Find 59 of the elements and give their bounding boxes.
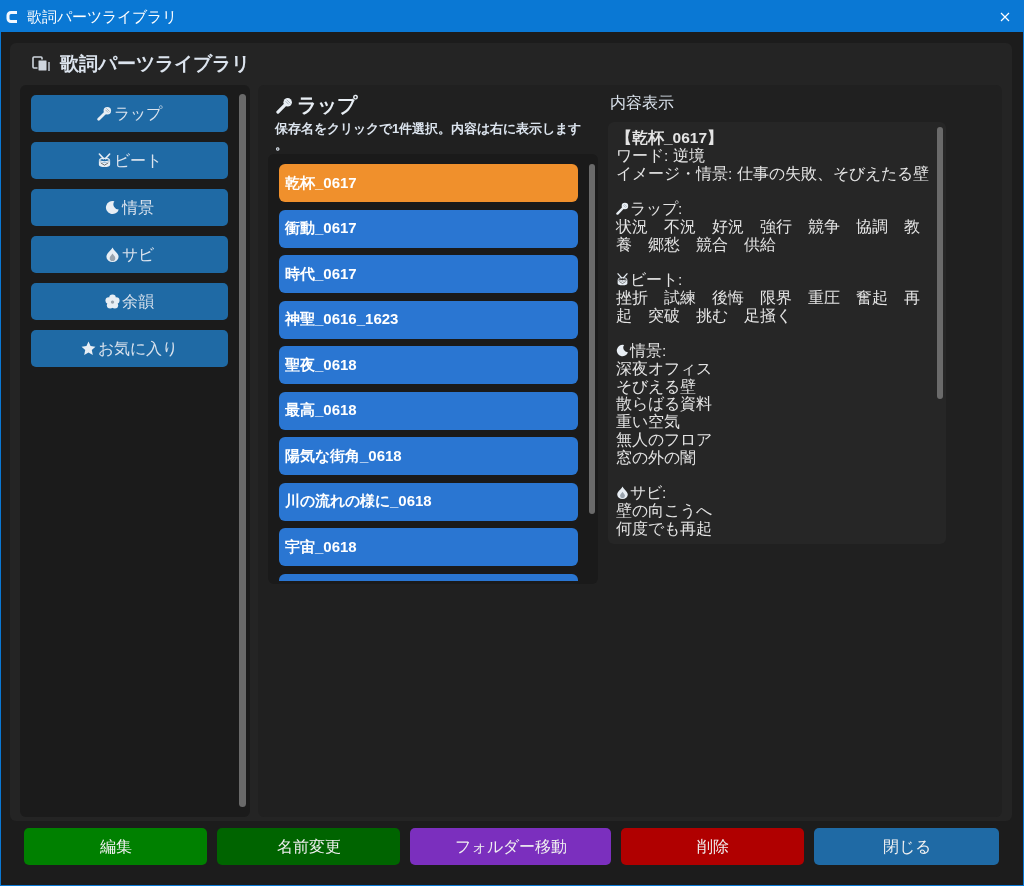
list-hint: 保存名をクリックで1件選択。内容は右に表示します。 [275, 121, 583, 153]
flame-icon [105, 247, 120, 262]
list-item[interactable]: 宇宙_0618 [279, 528, 578, 566]
record-title: 【乾杯_0617】 [616, 129, 725, 147]
crescent-moon-icon [616, 344, 629, 358]
content-line: 窓の外の闇 [616, 448, 697, 467]
close-icon[interactable] [1000, 11, 1010, 22]
microphone-icon [616, 202, 629, 216]
list-item[interactable]: 聖夜_0618 [279, 346, 578, 384]
list-item[interactable]: 衝動_0617 [279, 209, 578, 248]
drum-icon [97, 153, 112, 168]
list-title: ラップ [297, 93, 357, 118]
section-label: サビ: [630, 484, 667, 502]
stacked-pages-icon [32, 56, 50, 72]
action-button[interactable]: 名前変更 [217, 828, 400, 865]
action-button[interactable]: フォルダー移動 [410, 828, 611, 865]
category-button[interactable]: ビート [31, 142, 228, 179]
content-line: 何度でも再起 [616, 519, 713, 538]
window-title: 歌詞パーツライブラリ [27, 6, 177, 27]
category-button[interactable]: ラップ [31, 95, 228, 132]
category-button[interactable]: 情景 [31, 189, 228, 226]
content-line: 状況 不況 好況 強行 競争 協調 教養 郷愁 競合 供給 [616, 217, 921, 254]
content-line: 無人のフロア [616, 430, 713, 449]
content-line: 挫折 試練 後悔 限界 重圧 奮起 再起 突破 挑む 足掻く [616, 288, 921, 325]
list-item[interactable]: 時代_0617 [279, 255, 578, 293]
section-label: ビート: [630, 271, 683, 289]
list-item[interactable]: 最高_0618 [279, 391, 578, 430]
content-line: 散らばる資料 [616, 395, 713, 413]
category-button[interactable]: お気に入り [31, 330, 228, 367]
crescent-moon-icon [105, 200, 120, 215]
list-item[interactable]: 川の流れの様に_0618 [279, 482, 578, 521]
action-button[interactable]: 閉じる [814, 828, 999, 865]
action-button[interactable]: 編集 [24, 828, 207, 865]
content-line: ワード: 逆境 [616, 146, 706, 165]
content-line: 重い空気 [616, 413, 681, 431]
content-heading: 内容表示 [610, 93, 675, 113]
content-line: そびえる壁 [616, 377, 697, 396]
library-title: 歌詞パーツライブラリ [60, 52, 250, 76]
scrollbar[interactable] [589, 164, 595, 514]
category-button[interactable]: サビ [31, 236, 228, 273]
content-line: イメージ・情景: 仕事の失敗、そびえたる壁 [616, 164, 930, 183]
scrollbar[interactable] [937, 127, 943, 399]
list-item[interactable]: 神聖_0616_1623 [279, 300, 578, 339]
flower-icon [105, 294, 120, 309]
microphone-icon [276, 96, 293, 114]
content-line: 壁の向こうへ [616, 501, 713, 520]
action-button[interactable]: 削除 [621, 828, 804, 865]
category-button[interactable]: 余韻 [31, 283, 228, 320]
section-label: 情景: [630, 342, 667, 360]
content-line: 深夜オフィス [616, 359, 713, 378]
scrollbar[interactable] [239, 94, 246, 807]
app-icon [6, 9, 18, 24]
microphone-icon [97, 106, 112, 121]
drum-icon [616, 273, 629, 287]
list-item[interactable]: 乾杯_0617 [279, 164, 578, 202]
flame-icon [616, 486, 629, 500]
section-label: ラップ: [630, 200, 683, 218]
list-item[interactable]: 陽気な街角_0618 [279, 437, 578, 475]
star-icon [81, 341, 96, 356]
